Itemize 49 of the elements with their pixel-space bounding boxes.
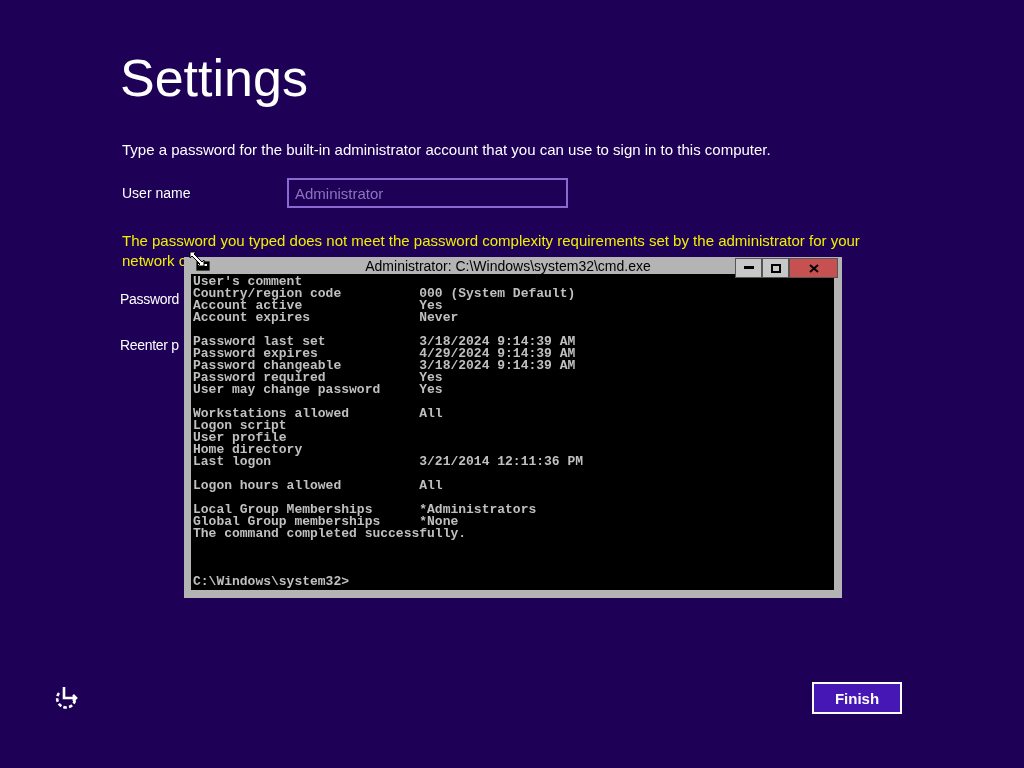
reenter-password-label: Reenter p [120,337,179,353]
console-text: *None [419,516,459,528]
console-text: Yes [419,384,443,396]
console-icon [196,260,210,271]
console-text: Workstations allowed [193,408,351,420]
console-text: The command completed successfully. [193,528,467,540]
resize-cursor-icon [189,251,205,267]
maximize-icon [770,263,781,273]
console-text: Password changeable [193,360,343,372]
minimize-button[interactable] [735,258,762,278]
console-text: 000 (System Default) [419,288,576,300]
console-text: Password required [193,372,326,384]
console-text: Logon script [193,420,288,432]
instruction-text: Type a password for the built-in administrator account that you can use to sign in to this computer. [122,141,771,158]
console-text: 3/18/2024 9:14:39 AM [419,336,576,348]
console-text: Home directory [193,444,304,456]
console-text: Password last set [193,336,327,348]
console-text: User may change password [193,384,382,396]
maximize-button[interactable] [762,258,789,278]
console-text: Yes [419,372,443,384]
user-name-label: User name [122,185,192,201]
password-label: Password [120,291,180,307]
console-text: Yes [419,300,443,312]
console-prompt: C:\Windows\system32> [193,576,351,588]
warning-text: The password you typed does not meet the password complexity requirements set by the administrator for your [122,232,860,249]
console-text: Country/region code [193,288,343,300]
console-text: 3/18/2024 9:14:39 AM [419,360,576,372]
minimize-icon [743,266,754,270]
console-text: Account expires [193,312,312,324]
console-text: All [419,408,443,420]
console-text: All [419,480,443,492]
console-text: Never [419,312,459,324]
console-text: 4/29/2024 9:14:39 AM [419,348,576,360]
console-text: *Administrators [419,504,537,516]
console-text: Account active [193,300,303,312]
console-text: User profile [193,432,287,444]
console-text: 3/21/2014 12:11:36 PM [419,456,584,468]
console-text: Password expires [193,348,318,360]
close-icon [808,263,819,273]
finish-button[interactable]: Finish [812,682,902,714]
console-text: Local Group Memberships [193,504,373,516]
console-text: Last logon [193,456,271,468]
page-title: Settings [120,48,308,108]
window-title: Administrator: C:\Windows\system32\cmd.exe [365,257,651,274]
console-text: Global Group memberships [193,516,381,528]
ease-of-access-icon[interactable] [53,685,79,711]
console-text: Logon hours allowed [193,480,343,492]
console-text: User's comment [193,276,304,288]
close-button[interactable] [789,258,838,278]
